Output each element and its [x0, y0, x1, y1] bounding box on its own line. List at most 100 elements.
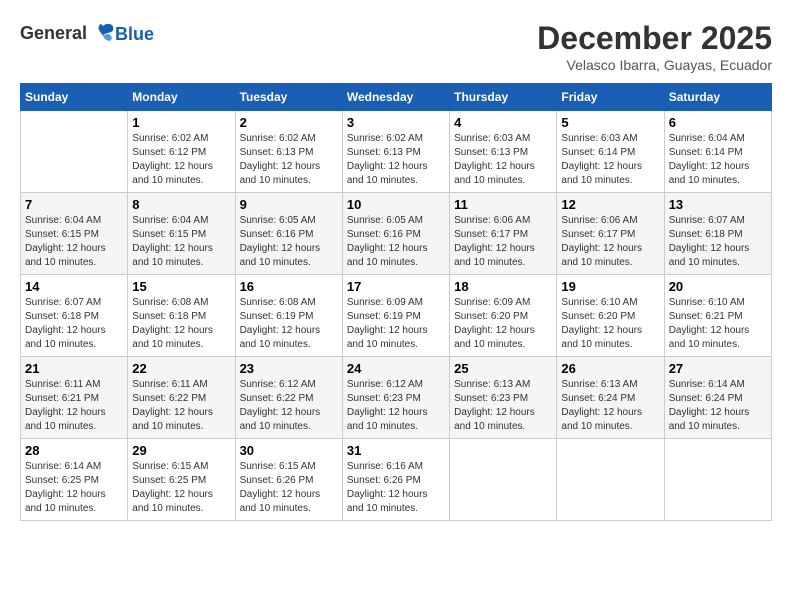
calendar-week-row: 21 Sunrise: 6:11 AMSunset: 6:21 PMDayligh…: [21, 357, 772, 439]
calendar-cell: 18 Sunrise: 6:09 AMSunset: 6:20 PMDayligh…: [450, 275, 557, 357]
logo-blue: Blue: [115, 24, 154, 45]
day-of-week-header: Friday: [557, 84, 664, 111]
calendar-week-row: 1Sunrise: 6:02 AMSunset: 6:12 PMDaylight…: [21, 111, 772, 193]
calendar-cell: 2 Sunrise: 6:02 AMSunset: 6:13 PMDaylight…: [235, 111, 342, 193]
day-info: Sunrise: 6:08 AMSunset: 6:19 PMDaylight:…: [240, 296, 338, 352]
day-of-week-header: Wednesday: [342, 84, 449, 111]
day-number: 18: [454, 279, 552, 294]
day-number: 22: [132, 361, 230, 376]
calendar-cell: 25 Sunrise: 6:13 AMSunset: 6:23 PMDayligh…: [450, 357, 557, 439]
calendar-cell: [664, 439, 771, 521]
day-number: 13: [669, 197, 767, 212]
day-info: Sunrise: 6:12 AMSunset: 6:22 PMDaylight:…: [240, 378, 338, 434]
calendar-cell: 12Sunrise: 6:06 AMSunset: 6:17 PMDayligh…: [557, 193, 664, 275]
day-info: Sunrise: 6:10 AMSunset: 6:20 PMDaylight:…: [561, 296, 659, 352]
day-number: 29: [132, 443, 230, 458]
calendar-cell: 10 Sunrise: 6:05 AMSunset: 6:16 PMDayligh…: [342, 193, 449, 275]
calendar-cell: 28 Sunrise: 6:14 AMSunset: 6:25 PMDayligh…: [21, 439, 128, 521]
day-info: Sunrise: 6:02 AMSunset: 6:13 PMDaylight:…: [240, 132, 338, 188]
day-info: Sunrise: 6:05 AMSunset: 6:16 PMDaylight:…: [240, 214, 338, 270]
calendar-table: SundayMondayTuesdayWednesdayThursdayFrid…: [20, 83, 772, 521]
logo-general: General: [20, 23, 87, 43]
calendar-cell: 11Sunrise: 6:06 AMSunset: 6:17 PMDayligh…: [450, 193, 557, 275]
day-number: 9: [240, 197, 338, 212]
day-number: 3: [347, 115, 445, 130]
calendar-cell: 7 Sunrise: 6:04 AMSunset: 6:15 PMDaylight…: [21, 193, 128, 275]
calendar-cell: 6 Sunrise: 6:04 AMSunset: 6:14 PMDaylight…: [664, 111, 771, 193]
day-number: 24: [347, 361, 445, 376]
calendar-cell: 24Sunrise: 6:12 AMSunset: 6:23 PMDayligh…: [342, 357, 449, 439]
day-number: 10: [347, 197, 445, 212]
day-info: Sunrise: 6:06 AMSunset: 6:17 PMDaylight:…: [454, 214, 552, 270]
day-number: 19: [561, 279, 659, 294]
day-info: Sunrise: 6:07 AMSunset: 6:18 PMDaylight:…: [25, 296, 123, 352]
calendar-week-row: 7 Sunrise: 6:04 AMSunset: 6:15 PMDaylight…: [21, 193, 772, 275]
day-info: Sunrise: 6:07 AMSunset: 6:18 PMDaylight:…: [669, 214, 767, 270]
calendar-cell: 3 Sunrise: 6:02 AMSunset: 6:13 PMDaylight…: [342, 111, 449, 193]
day-number: 20: [669, 279, 767, 294]
day-number: 27: [669, 361, 767, 376]
location-subtitle: Velasco Ibarra, Guayas, Ecuador: [537, 57, 772, 73]
calendar-cell: 23 Sunrise: 6:12 AMSunset: 6:22 PMDayligh…: [235, 357, 342, 439]
day-of-week-header: Thursday: [450, 84, 557, 111]
calendar-cell: 20 Sunrise: 6:10 AMSunset: 6:21 PMDayligh…: [664, 275, 771, 357]
day-info: Sunrise: 6:09 AMSunset: 6:20 PMDaylight:…: [454, 296, 552, 352]
calendar-cell: 13 Sunrise: 6:07 AMSunset: 6:18 PMDayligh…: [664, 193, 771, 275]
day-number: 26: [561, 361, 659, 376]
day-info: Sunrise: 6:02 AMSunset: 6:12 PMDaylight:…: [132, 132, 230, 188]
calendar-cell: 5 Sunrise: 6:03 AMSunset: 6:14 PMDaylight…: [557, 111, 664, 193]
day-info: Sunrise: 6:14 AMSunset: 6:25 PMDaylight:…: [25, 460, 123, 516]
day-info: Sunrise: 6:03 AMSunset: 6:14 PMDaylight:…: [561, 132, 659, 188]
day-number: 8: [132, 197, 230, 212]
calendar-cell: [557, 439, 664, 521]
calendar-cell: 15Sunrise: 6:08 AMSunset: 6:18 PMDayligh…: [128, 275, 235, 357]
day-number: 25: [454, 361, 552, 376]
calendar-cell: 19 Sunrise: 6:10 AMSunset: 6:20 PMDayligh…: [557, 275, 664, 357]
day-number: 23: [240, 361, 338, 376]
calendar-cell: 8Sunrise: 6:04 AMSunset: 6:15 PMDaylight…: [128, 193, 235, 275]
day-number: 7: [25, 197, 123, 212]
day-info: Sunrise: 6:09 AMSunset: 6:19 PMDaylight:…: [347, 296, 445, 352]
day-number: 28: [25, 443, 123, 458]
calendar-cell: 17Sunrise: 6:09 AMSunset: 6:19 PMDayligh…: [342, 275, 449, 357]
day-number: 12: [561, 197, 659, 212]
day-number: 6: [669, 115, 767, 130]
day-info: Sunrise: 6:16 AMSunset: 6:26 PMDaylight:…: [347, 460, 445, 516]
page-header: General Blue December 2025 Velasco Ibarr…: [20, 20, 772, 73]
day-info: Sunrise: 6:10 AMSunset: 6:21 PMDaylight:…: [669, 296, 767, 352]
calendar-cell: 29Sunrise: 6:15 AMSunset: 6:25 PMDayligh…: [128, 439, 235, 521]
calendar-cell: 22 Sunrise: 6:11 AMSunset: 6:22 PMDayligh…: [128, 357, 235, 439]
calendar-cell: 27 Sunrise: 6:14 AMSunset: 6:24 PMDayligh…: [664, 357, 771, 439]
title-block: December 2025 Velasco Ibarra, Guayas, Ec…: [537, 20, 772, 73]
day-info: Sunrise: 6:14 AMSunset: 6:24 PMDaylight:…: [669, 378, 767, 434]
day-info: Sunrise: 6:15 AMSunset: 6:26 PMDaylight:…: [240, 460, 338, 516]
day-of-week-header: Monday: [128, 84, 235, 111]
calendar-cell: 4Sunrise: 6:03 AMSunset: 6:13 PMDaylight…: [450, 111, 557, 193]
day-number: 5: [561, 115, 659, 130]
day-info: Sunrise: 6:05 AMSunset: 6:16 PMDaylight:…: [347, 214, 445, 270]
day-number: 14: [25, 279, 123, 294]
day-info: Sunrise: 6:11 AMSunset: 6:21 PMDaylight:…: [25, 378, 123, 434]
day-info: Sunrise: 6:11 AMSunset: 6:22 PMDaylight:…: [132, 378, 230, 434]
calendar-cell: 9 Sunrise: 6:05 AMSunset: 6:16 PMDaylight…: [235, 193, 342, 275]
calendar-cell: 21 Sunrise: 6:11 AMSunset: 6:21 PMDayligh…: [21, 357, 128, 439]
calendar-cell: 1Sunrise: 6:02 AMSunset: 6:12 PMDaylight…: [128, 111, 235, 193]
day-number: 31: [347, 443, 445, 458]
logo: General Blue: [20, 20, 154, 48]
day-number: 4: [454, 115, 552, 130]
calendar-cell: 31 Sunrise: 6:16 AMSunset: 6:26 PMDayligh…: [342, 439, 449, 521]
day-number: 2: [240, 115, 338, 130]
day-number: 16: [240, 279, 338, 294]
day-info: Sunrise: 6:04 AMSunset: 6:15 PMDaylight:…: [25, 214, 123, 270]
day-number: 21: [25, 361, 123, 376]
day-info: Sunrise: 6:04 AMSunset: 6:14 PMDaylight:…: [669, 132, 767, 188]
day-info: Sunrise: 6:02 AMSunset: 6:13 PMDaylight:…: [347, 132, 445, 188]
day-number: 30: [240, 443, 338, 458]
day-info: Sunrise: 6:13 AMSunset: 6:23 PMDaylight:…: [454, 378, 552, 434]
calendar-cell: 30 Sunrise: 6:15 AMSunset: 6:26 PMDayligh…: [235, 439, 342, 521]
calendar-week-row: 28 Sunrise: 6:14 AMSunset: 6:25 PMDayligh…: [21, 439, 772, 521]
calendar-cell: 16 Sunrise: 6:08 AMSunset: 6:19 PMDayligh…: [235, 275, 342, 357]
logo-bird-icon: [89, 20, 117, 48]
day-of-week-header: Saturday: [664, 84, 771, 111]
day-of-week-header: Sunday: [21, 84, 128, 111]
